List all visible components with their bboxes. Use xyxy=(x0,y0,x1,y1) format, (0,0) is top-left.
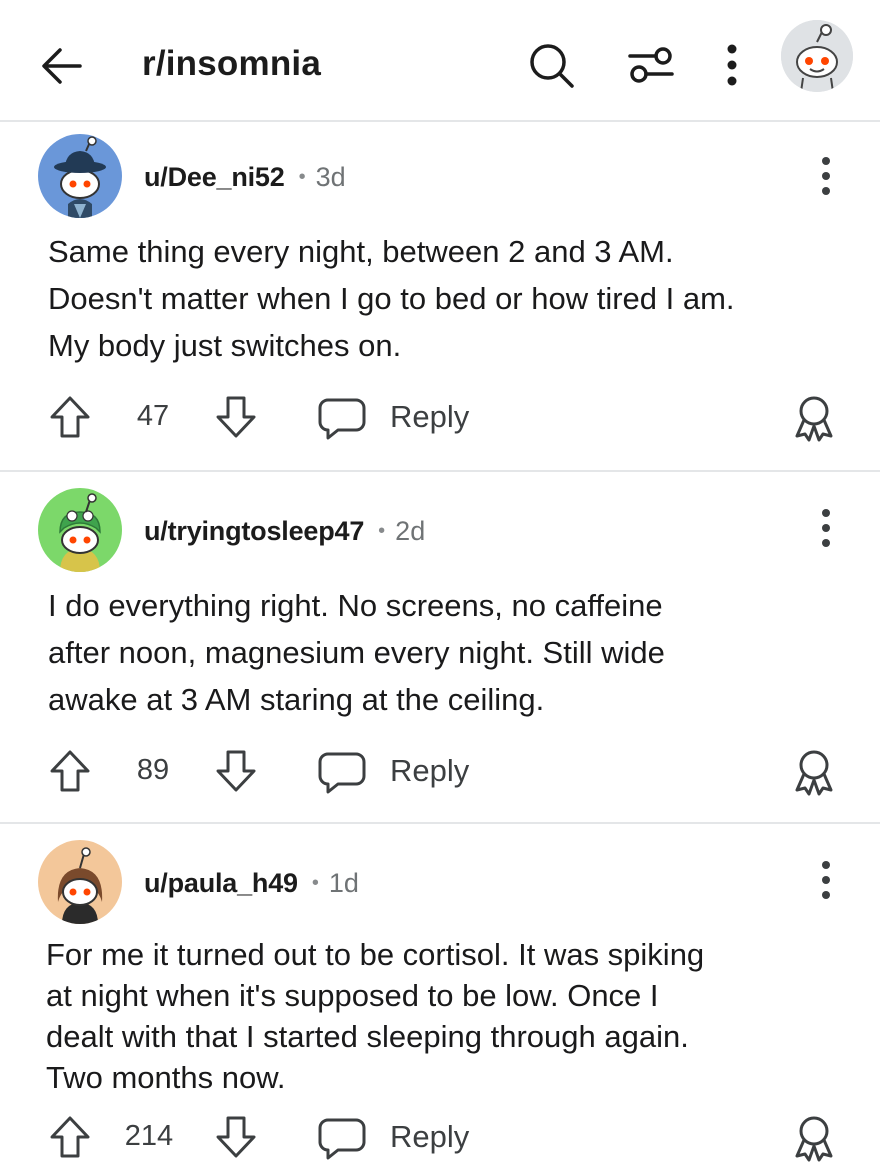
comment-age: 1d xyxy=(328,868,359,898)
page-title: r/insomnia xyxy=(142,44,321,83)
downvote-icon[interactable] xyxy=(214,394,258,440)
reply-label: Reply xyxy=(390,753,470,788)
comment-meta: u/paula_h49 • 1d xyxy=(144,868,359,899)
comment-line: Same thing every night, between 2 and 3 … xyxy=(48,234,674,269)
comment-line: Two months now. xyxy=(46,1060,286,1095)
reply-button[interactable]: Reply xyxy=(318,1114,469,1160)
comment-meta: u/Dee_ni52 • 3d xyxy=(144,162,346,193)
comment: u/tryingtosleep47 • 2d I do everything r… xyxy=(0,474,880,824)
comment-actions: 214 Reply xyxy=(0,1114,880,1168)
sliders-icon[interactable] xyxy=(626,40,676,90)
upvote-icon[interactable] xyxy=(48,748,92,794)
comment-line: My body just switches on. xyxy=(48,328,402,363)
user-avatar[interactable] xyxy=(38,488,122,572)
search-icon[interactable] xyxy=(526,40,576,90)
reply-label: Reply xyxy=(390,399,470,434)
comment-options-icon[interactable] xyxy=(808,858,844,902)
comment-actions: 47 Reply xyxy=(0,394,880,450)
comment-line: awake at 3 AM staring at the ceiling. xyxy=(48,682,545,717)
comment: u/paula_h49 • 1d For me it turned out to… xyxy=(0,826,880,1168)
award-icon[interactable] xyxy=(792,748,836,796)
vote-score: 47 xyxy=(136,400,170,432)
downvote-icon[interactable] xyxy=(214,1114,258,1160)
comment-line: after noon, magnesium every night. Still… xyxy=(48,635,665,670)
top-bar: r/insomnia xyxy=(0,0,880,122)
comment-body: I do everything right. No screens, no ca… xyxy=(48,582,848,723)
snoo-avatar-icon[interactable] xyxy=(781,20,853,92)
vote-score: 214 xyxy=(124,1120,174,1152)
comment-line: For me it turned out to be cortisol. It … xyxy=(46,937,705,972)
comment-line: Doesn't matter when I go to bed or how t… xyxy=(48,281,735,316)
reply-button[interactable]: Reply xyxy=(318,394,469,440)
reply-button[interactable]: Reply xyxy=(318,748,469,794)
comment-age: 3d xyxy=(315,162,346,192)
user-avatar[interactable] xyxy=(38,840,122,924)
comment-options-icon[interactable] xyxy=(808,154,844,198)
arrow-left-icon[interactable] xyxy=(38,42,86,90)
upvote-icon[interactable] xyxy=(48,394,92,440)
comment-line: I do everything right. No screens, no ca… xyxy=(48,588,663,623)
vertical-dots-icon[interactable] xyxy=(707,40,757,90)
vote-score: 89 xyxy=(136,754,170,786)
username-link[interactable]: u/Dee_ni52 xyxy=(144,162,285,193)
comment-bubble-icon xyxy=(318,1114,366,1160)
comment-options-icon[interactable] xyxy=(808,506,844,550)
comment: u/Dee_ni52 • 3d Same thing every night, … xyxy=(0,124,880,472)
comment-meta: u/tryingtosleep47 • 2d xyxy=(144,516,425,547)
separator-dot: • xyxy=(298,166,306,188)
comment-body: Same thing every night, between 2 and 3 … xyxy=(48,228,848,369)
downvote-icon[interactable] xyxy=(214,748,258,794)
separator-dot: • xyxy=(378,520,386,542)
username-link[interactable]: u/tryingtosleep47 xyxy=(144,516,364,547)
comment-age: 2d xyxy=(395,516,426,546)
award-icon[interactable] xyxy=(792,394,836,442)
comment-actions: 89 Reply xyxy=(0,748,880,804)
comment-bubble-icon xyxy=(318,748,366,794)
separator-dot: • xyxy=(311,872,319,894)
comment-line: dealt with that I started sleeping throu… xyxy=(46,1019,689,1054)
user-avatar[interactable] xyxy=(38,134,122,218)
award-icon[interactable] xyxy=(792,1114,836,1162)
comment-bubble-icon xyxy=(318,394,366,440)
comment-line: at night when it's supposed to be low. O… xyxy=(46,978,659,1013)
reply-label: Reply xyxy=(390,1119,470,1154)
comment-body: For me it turned out to be cortisol. It … xyxy=(46,934,846,1098)
upvote-icon[interactable] xyxy=(48,1114,92,1160)
username-link[interactable]: u/paula_h49 xyxy=(144,868,298,899)
